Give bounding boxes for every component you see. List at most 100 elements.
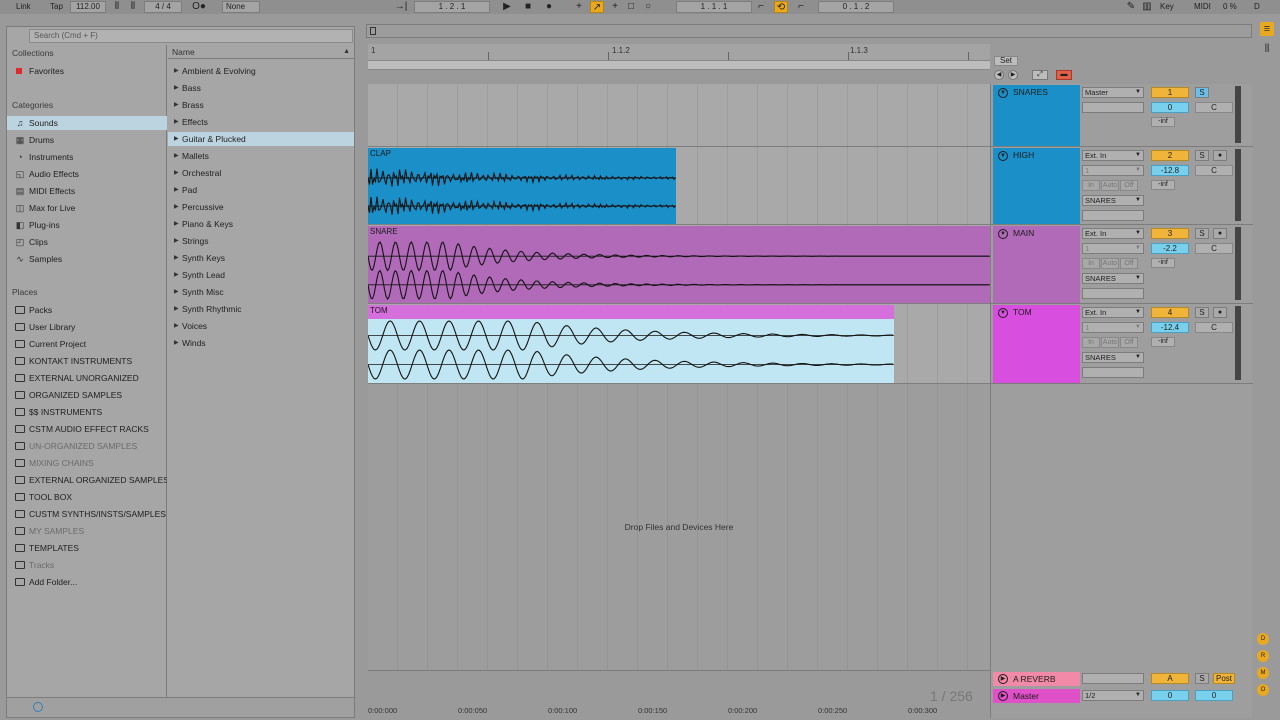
sidebar-item-audio-effects[interactable]: ◱ Audio Effects — [7, 167, 167, 181]
list-item[interactable]: ▶ Winds — [168, 336, 354, 350]
metronome-select[interactable]: None — [222, 1, 260, 13]
place-item[interactable]: Tracks — [7, 558, 167, 572]
metronome-icon[interactable]: O● — [188, 1, 210, 13]
monitor-auto-button[interactable]: Auto — [1101, 258, 1119, 269]
list-item[interactable]: ▶ Synth Rhythmic — [168, 302, 354, 316]
sidebar-item-drums[interactable]: ▦ Drums — [7, 133, 167, 147]
midi-map-button[interactable]: MIDI — [1194, 1, 1211, 13]
expand-arrow-icon[interactable]: ▶ — [174, 302, 179, 316]
list-item[interactable]: ▶ Voices — [168, 319, 354, 333]
track-volume[interactable]: -2.2 — [1151, 243, 1189, 254]
track-fold-icon[interactable]: ▼ — [998, 88, 1008, 98]
expand-arrow-icon[interactable]: ▶ — [174, 268, 179, 282]
reenable-icon[interactable]: + — [608, 1, 622, 13]
list-item[interactable]: ▶ Percussive — [168, 200, 354, 214]
lane-snares[interactable] — [368, 84, 990, 147]
expand-arrow-icon[interactable]: ▶ — [174, 319, 179, 333]
output-select[interactable]: SNARES ▼ — [1082, 195, 1144, 206]
track-fold-icon[interactable]: ▼ — [998, 151, 1008, 161]
tap-button[interactable]: Tap — [50, 1, 63, 13]
set-locator-button[interactable]: Set — [994, 56, 1018, 66]
input-type-select[interactable]: Master ▼ — [1082, 87, 1144, 98]
place-item[interactable]: MY SAMPLES — [7, 524, 167, 538]
output-channel-select[interactable] — [1082, 210, 1144, 221]
arrangement-overview[interactable] — [366, 24, 1252, 38]
track-pan[interactable]: C — [1195, 165, 1233, 176]
track-fold-icon[interactable]: ▶ — [998, 674, 1008, 684]
expand-arrow-icon[interactable]: ▶ — [174, 251, 179, 265]
place-item[interactable]: TOOL BOX — [7, 490, 167, 504]
list-item[interactable]: ▶ Ambient & Evolving — [168, 64, 354, 78]
sidebar-item-midi-effects[interactable]: ▤ MIDI Effects — [7, 184, 167, 198]
place-item[interactable]: User Library — [7, 320, 167, 334]
track-fold-icon[interactable]: ▶ — [998, 691, 1008, 701]
input-channel-select[interactable]: 1 ▼ — [1082, 322, 1144, 333]
capture-icon[interactable]: □ — [624, 1, 638, 13]
record-icon[interactable]: ● — [542, 1, 556, 13]
solo-button[interactable]: S — [1195, 87, 1209, 98]
input-type-select[interactable]: Ext. In ▼ — [1082, 150, 1144, 161]
track-fold-icon[interactable]: ▼ — [998, 308, 1008, 318]
list-item[interactable]: ▶ Brass — [168, 98, 354, 112]
list-item[interactable]: ▶ Guitar & Plucked — [168, 132, 354, 146]
sidebar-item-samples[interactable]: ∿ Samples — [7, 252, 167, 266]
place-item[interactable]: EXTERNAL ORGANIZED SAMPLES — [7, 473, 167, 487]
beat-time-ruler[interactable]: 1 1.1.2 1.1.3 — [368, 44, 990, 60]
track-activator-button[interactable]: 4 — [1151, 307, 1189, 318]
stop-icon[interactable]: ■ — [521, 1, 535, 13]
draw-mode-icon[interactable]: ✎ — [1124, 1, 1138, 13]
place-item[interactable]: KONTAKT INSTRUMENTS — [7, 354, 167, 368]
signature-field[interactable]: 4 / 4 — [144, 1, 182, 13]
loop-length-field[interactable]: 0 . 1 . 2 — [818, 1, 894, 13]
time-ruler[interactable]: 0:00:000 0:00:050 0:00:100 0:00:150 0:00:200… — [368, 704, 990, 718]
fold-tracks-icon[interactable]: ⤢ — [1032, 70, 1048, 80]
song-position[interactable]: 1 . 2 . 1 — [414, 1, 490, 13]
track-pan[interactable]: C — [1195, 322, 1233, 333]
session-record-icon[interactable]: ○ — [641, 1, 655, 13]
track-fold-icon[interactable]: ▼ — [998, 229, 1008, 239]
place-item[interactable]: EXTERNAL UNORGANIZED — [7, 371, 167, 385]
send-level[interactable]: -inf — [1151, 117, 1175, 127]
play-icon[interactable]: ▶ — [500, 1, 514, 13]
expand-arrow-icon[interactable]: ▶ — [174, 336, 179, 350]
monitor-off-button[interactable]: Off — [1120, 337, 1138, 348]
send-level[interactable]: -inf — [1151, 337, 1175, 347]
input-type-select[interactable]: Ext. In ▼ — [1082, 307, 1144, 318]
monitor-in-button[interactable]: In — [1082, 337, 1100, 348]
expand-arrow-icon[interactable]: ▶ — [174, 285, 179, 299]
place-item[interactable]: $$ INSTRUMENTS — [7, 405, 167, 419]
arm-record-icon[interactable]: ● — [1213, 228, 1227, 239]
send-level[interactable]: -inf — [1151, 180, 1175, 190]
list-item[interactable]: ▶ Synth Keys — [168, 251, 354, 265]
return-reverb-io[interactable] — [1082, 673, 1144, 684]
place-item[interactable]: Add Folder... — [7, 575, 167, 589]
tempo-field[interactable]: 112.00 — [70, 1, 106, 13]
track-volume[interactable]: -12.8 — [1151, 165, 1189, 176]
place-item[interactable]: MIXING CHAINS — [7, 456, 167, 470]
preview-icon[interactable] — [33, 702, 43, 712]
return-track-reverb[interactable]: A REVERB ▶ A S Post — [991, 672, 1253, 686]
list-item[interactable]: ▶ Bass — [168, 81, 354, 95]
next-locator-icon[interactable]: ▶ — [1008, 70, 1018, 80]
place-item[interactable]: TEMPLATES — [7, 541, 167, 555]
output-channel-select[interactable] — [1082, 288, 1144, 299]
nudge-icon[interactable]: ⦀ — [110, 1, 124, 13]
prev-locator-icon[interactable]: ◀ — [994, 70, 1004, 80]
browser-toggle[interactable] — [11, 29, 25, 43]
list-item[interactable]: ▶ Piano & Keys — [168, 217, 354, 231]
monitor-in-button[interactable]: In — [1082, 180, 1100, 191]
loop-start-field[interactable]: 1 . 1 . 1 — [676, 1, 752, 13]
expand-arrow-icon[interactable]: ▶ — [174, 98, 179, 112]
name-column-header[interactable]: Name ▲ — [168, 45, 354, 59]
monitor-auto-button[interactable]: Auto — [1101, 180, 1119, 191]
list-item[interactable]: ▶ Orchestral — [168, 166, 354, 180]
automation-arm-icon[interactable]: ↗ — [590, 1, 604, 13]
sidebar-item-max-for-live[interactable]: ◫ Max for Live — [7, 201, 167, 215]
list-item[interactable]: ▶ Synth Lead — [168, 268, 354, 282]
output-select[interactable]: SNARES ▼ — [1082, 352, 1144, 363]
side-dot-button[interactable]: M — [1257, 667, 1269, 679]
input-type-select[interactable]: Ext. In ▼ — [1082, 228, 1144, 239]
input-channel-select[interactable]: 1 ▼ — [1082, 165, 1144, 176]
expand-arrow-icon[interactable]: ▶ — [174, 200, 179, 214]
monitor-off-button[interactable]: Off — [1120, 180, 1138, 191]
